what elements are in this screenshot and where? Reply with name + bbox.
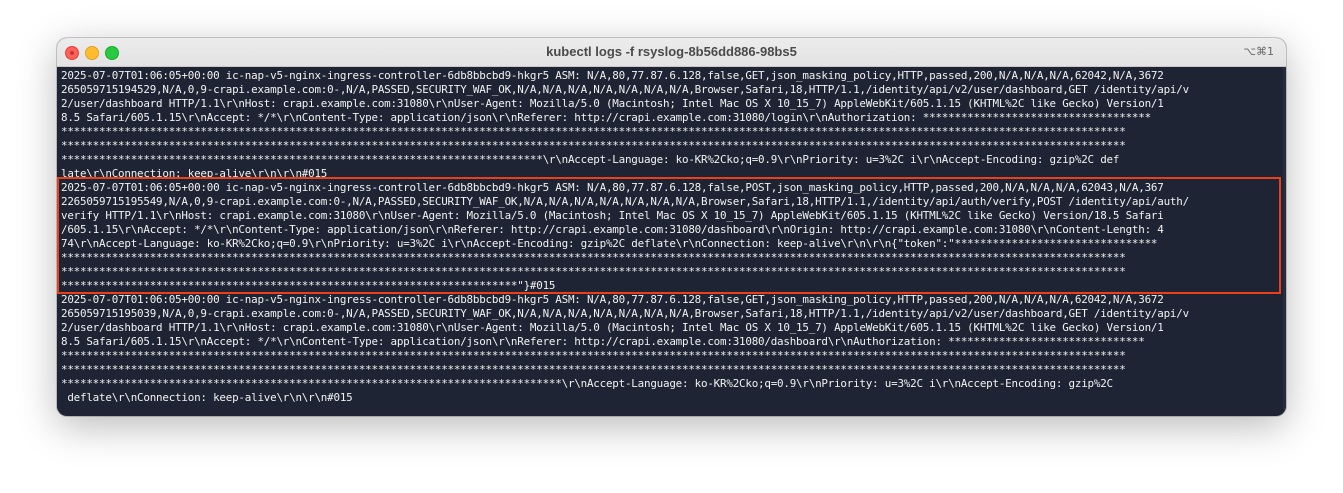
log-line: 8.5 Safari/605.1.15\r\nAccept: */*\r\nCo… [61,335,1145,348]
log-line: ****************************************… [61,153,1120,166]
log-line: 2/user/dashboard HTTP/1.1\r\nHost: crapi… [61,97,1164,110]
window-title: kubectl logs -f rsyslog-8b56dd886-98bs5 [546,44,797,59]
highlighted-log-line: /605.1.15\r\nAccept: */*\r\nContent-Type… [61,223,1164,236]
highlighted-log-line: verify HTTP/1.1\r\nHost: crapi.example.c… [61,209,1164,222]
highlighted-log-line: 2265059715195549,N/A,0,9-crapi.example.c… [61,195,1189,208]
terminal-scrollbar[interactable] [1283,67,1286,410]
log-line: 2/user/dashboard HTTP/1.1\r\nHost: crapi… [61,321,1164,334]
highlighted-log-line: ****************************************… [61,251,1126,264]
log-line: ****************************************… [61,125,1126,138]
highlighted-log-line: ****************************************… [61,265,1126,278]
title-bar[interactable]: kubectl logs -f rsyslog-8b56dd886-98bs5 … [57,38,1286,67]
highlighted-log-line: 2025-07-07T01:06:05+00:00 ic-nap-v5-ngin… [61,181,1164,194]
highlighted-log-line: ****************************************… [61,279,556,292]
log-line: ****************************************… [61,349,1126,362]
log-line: deflate\r\nConnection: keep-alive\r\n\r\… [61,391,353,404]
window-shortcut-label: ⌥⌘1 [1243,45,1274,58]
terminal-window: kubectl logs -f rsyslog-8b56dd886-98bs5 … [57,38,1286,416]
highlighted-log-line: 74\r\nAccept-Language: ko-KR%2Cko;q=0.9\… [61,237,1158,250]
log-line: 265059715194529,N/A,0,9-crapi.example.co… [61,83,1189,96]
terminal-output[interactable]: 2025-07-07T01:06:05+00:00 ic-nap-v5-ngin… [57,67,1286,410]
log-line: ****************************************… [61,377,1113,390]
log-line: ****************************************… [61,139,1126,152]
log-line: 8.5 Safari/605.1.15\r\nAccept: */*\r\nCo… [61,111,1151,124]
log-line: 2025-07-07T01:06:05+00:00 ic-nap-v5-ngin… [61,293,1164,306]
log-line: 265059715195039,N/A,0,9-crapi.example.co… [61,307,1189,320]
log-line: ****************************************… [61,363,1126,376]
log-line: 2025-07-07T01:06:05+00:00 ic-nap-v5-ngin… [61,69,1164,82]
